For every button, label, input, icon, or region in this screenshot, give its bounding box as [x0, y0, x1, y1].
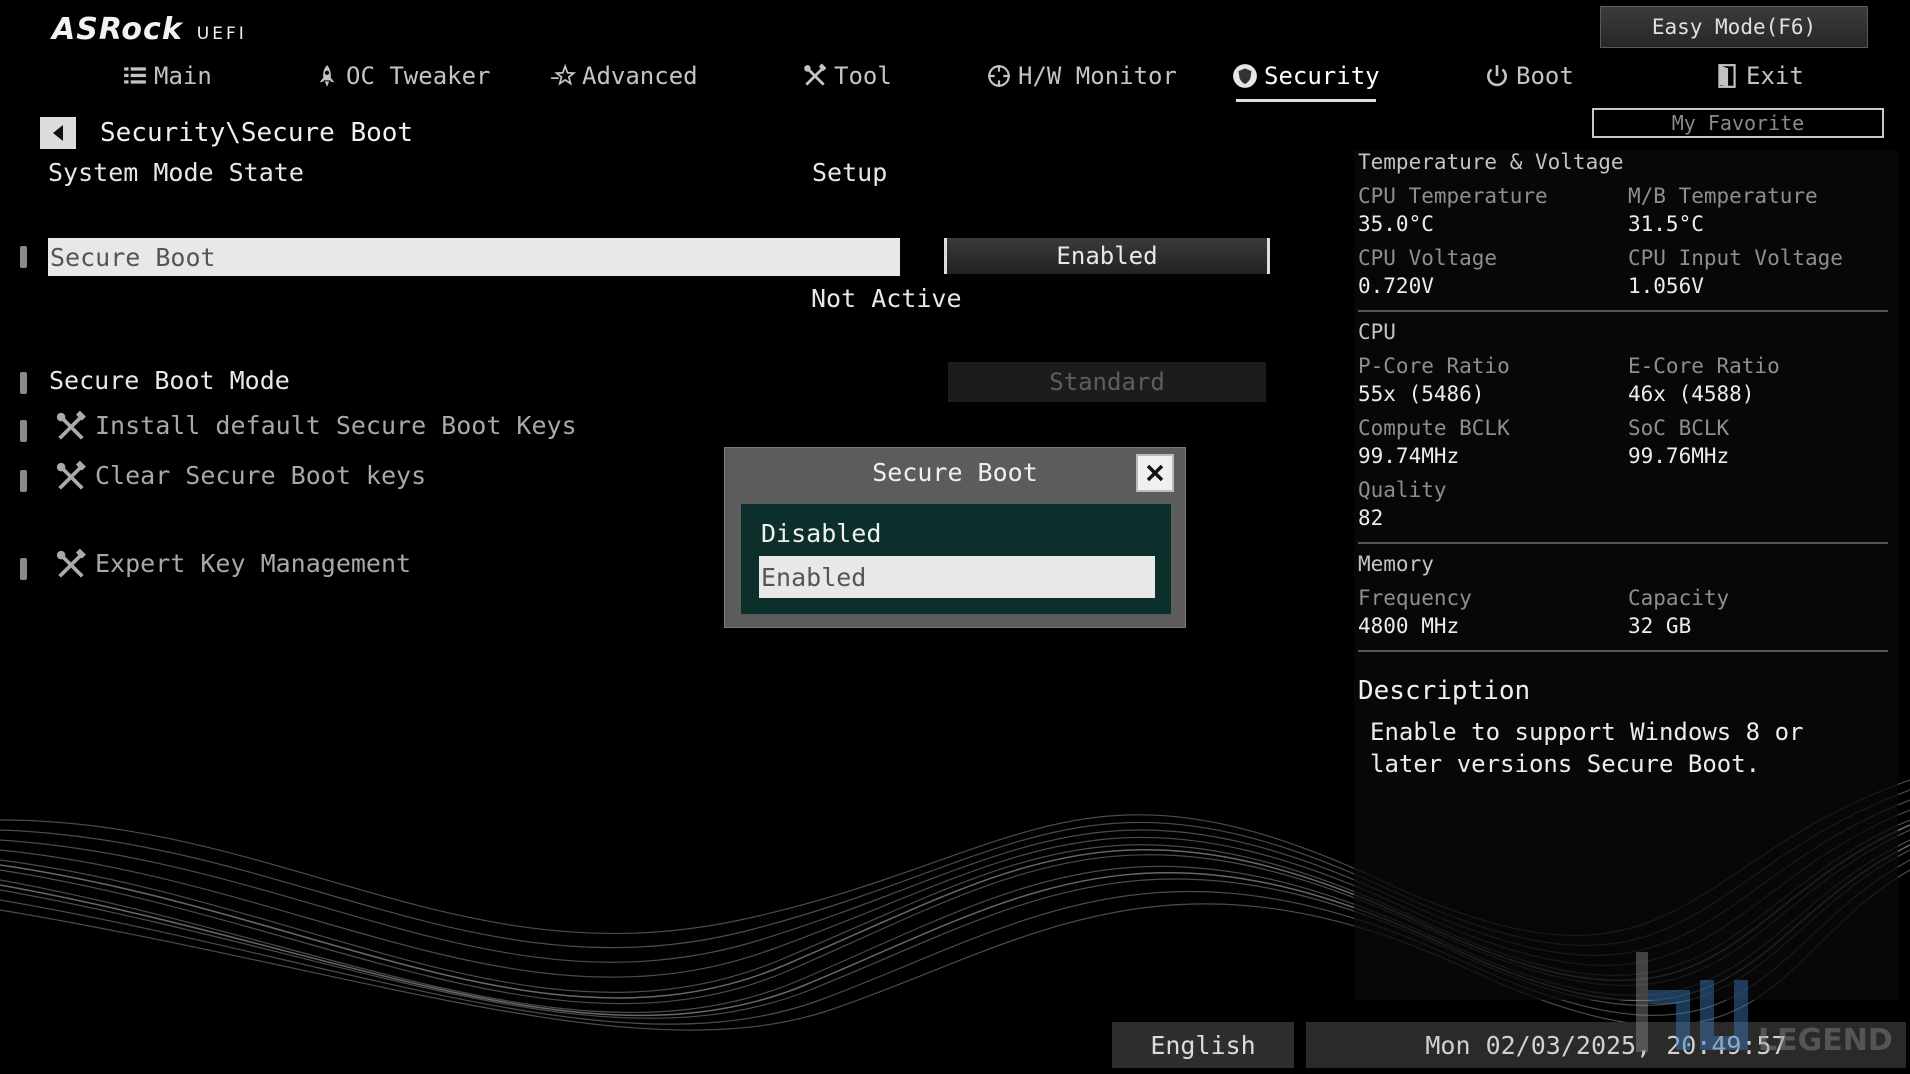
cpu-temp-value: 35.0°C — [1358, 212, 1434, 236]
item-bullet — [20, 420, 27, 442]
divider — [1358, 310, 1888, 312]
clear-keys-item[interactable]: Clear Secure Boot keys — [95, 461, 426, 490]
cpu-temp-label: CPU Temperature — [1358, 184, 1548, 208]
dialog-close-button[interactable] — [1136, 454, 1174, 492]
quality-label: Quality — [1358, 478, 1447, 502]
tab-label: H/W Monitor — [1018, 62, 1177, 90]
hw-info-panel: Temperature & Voltage CPU Temperature 35… — [1354, 150, 1898, 1000]
capacity-value: 32 GB — [1628, 614, 1692, 638]
breadcrumb: Security\Secure Boot — [100, 118, 414, 148]
star-icon — [551, 63, 576, 86]
soc-bclk-value: 99.76MHz — [1628, 444, 1730, 468]
list-icon — [124, 67, 146, 84]
cpu-heading: CPU — [1358, 320, 1396, 344]
install-default-keys-item[interactable]: Install default Secure Boot Keys — [95, 411, 577, 440]
secure-boot-label: Secure Boot — [50, 242, 216, 272]
tools-icon — [56, 460, 86, 490]
dialog-option-list: Disabled Enabled — [741, 504, 1171, 614]
tab-tool[interactable]: Tool — [802, 56, 892, 96]
compute-bclk-value: 99.74MHz — [1358, 444, 1460, 468]
mb-temp-value: 31.5°C — [1628, 212, 1704, 236]
item-bullet — [20, 558, 27, 580]
capacity-label: Capacity — [1628, 586, 1730, 610]
option-disabled[interactable]: Disabled — [759, 512, 1155, 554]
close-icon — [1146, 464, 1164, 482]
back-arrow-icon — [53, 125, 63, 141]
tab-label: Tool — [834, 62, 892, 90]
power-icon — [1487, 65, 1507, 87]
tools-icon — [804, 63, 827, 86]
frequency-value: 4800 MHz — [1358, 614, 1460, 638]
expert-key-management-item[interactable]: Expert Key Management — [95, 549, 411, 578]
item-bullet — [20, 372, 27, 394]
description-text: Enable to support Windows 8 or later ver… — [1370, 718, 1804, 778]
system-mode-state-value: Setup — [812, 158, 888, 187]
cpu-voltage-value: 0.720V — [1358, 274, 1434, 298]
option-enabled[interactable]: Enabled — [759, 556, 1155, 598]
tab-label: OC Tweaker — [346, 62, 491, 90]
asrock-logo: ASRock UEFI — [52, 12, 247, 47]
tab-label: Security — [1264, 62, 1380, 90]
quality-value: 82 — [1358, 506, 1384, 530]
cpu-voltage-label: CPU Voltage — [1358, 246, 1498, 270]
secure-boot-mode-value[interactable]: Standard — [948, 362, 1266, 402]
dialog-title: Secure Boot — [872, 458, 1038, 487]
language-button[interactable]: English — [1112, 1022, 1294, 1068]
item-bullet — [20, 246, 27, 268]
ecore-ratio-value: 46x (4588) — [1628, 382, 1755, 406]
shield-icon — [1233, 64, 1257, 88]
compute-bclk-label: Compute BCLK — [1358, 416, 1510, 440]
watermark-logo: LEGEND — [1636, 952, 1893, 1058]
divider — [1358, 650, 1888, 652]
tab-hw-monitor[interactable]: H/W Monitor — [986, 56, 1177, 96]
system-mode-state-label: System Mode State — [48, 158, 304, 187]
secure-boot-mode-label[interactable]: Secure Boot Mode — [49, 366, 290, 395]
tools-icon — [56, 548, 86, 578]
secure-boot-value-select[interactable]: Enabled — [944, 238, 1270, 274]
tab-main[interactable]: Main — [122, 56, 212, 96]
svg-text:LEGEND: LEGEND — [1758, 1023, 1893, 1058]
description-heading: Description — [1358, 676, 1531, 706]
soc-bclk-label: SoC BCLK — [1628, 416, 1730, 440]
memory-heading: Memory — [1358, 552, 1434, 576]
crosshair-icon — [988, 65, 1010, 87]
tab-label: Main — [154, 62, 212, 90]
tools-icon — [56, 410, 86, 440]
tab-security[interactable]: Security — [1232, 56, 1380, 102]
secure-boot-status: Not Active — [811, 284, 962, 313]
tab-label: Exit — [1746, 62, 1804, 90]
cpu-input-voltage-value: 1.056V — [1628, 274, 1704, 298]
pcore-ratio-label: P-Core Ratio — [1358, 354, 1510, 378]
tab-label: Advanced — [582, 62, 698, 90]
exit-icon — [1718, 64, 1736, 88]
tab-boot[interactable]: Boot — [1484, 56, 1574, 96]
ecore-ratio-label: E-Core Ratio — [1628, 354, 1780, 378]
item-bullet — [20, 470, 27, 492]
back-button[interactable] — [40, 117, 76, 149]
cpu-input-voltage-label: CPU Input Voltage — [1628, 246, 1843, 270]
secure-boot-dialog: Secure Boot Disabled Enabled — [724, 447, 1186, 628]
my-favorite-button[interactable]: My Favorite — [1592, 108, 1884, 138]
tab-label: Boot — [1516, 62, 1574, 90]
divider — [1358, 542, 1888, 544]
mb-temp-label: M/B Temperature — [1628, 184, 1818, 208]
rocket-icon — [319, 65, 335, 87]
secure-boot-setting[interactable]: Secure Boot — [48, 238, 900, 276]
tab-exit[interactable]: Exit — [1714, 56, 1804, 96]
pcore-ratio-value: 55x (5486) — [1358, 382, 1485, 406]
frequency-label: Frequency — [1358, 586, 1472, 610]
easy-mode-button[interactable]: Easy Mode(F6) — [1600, 6, 1868, 48]
tab-advanced[interactable]: Advanced — [550, 56, 698, 96]
tab-oc-tweaker[interactable]: OC Tweaker — [314, 56, 491, 96]
temp-voltage-heading: Temperature & Voltage — [1358, 150, 1624, 174]
